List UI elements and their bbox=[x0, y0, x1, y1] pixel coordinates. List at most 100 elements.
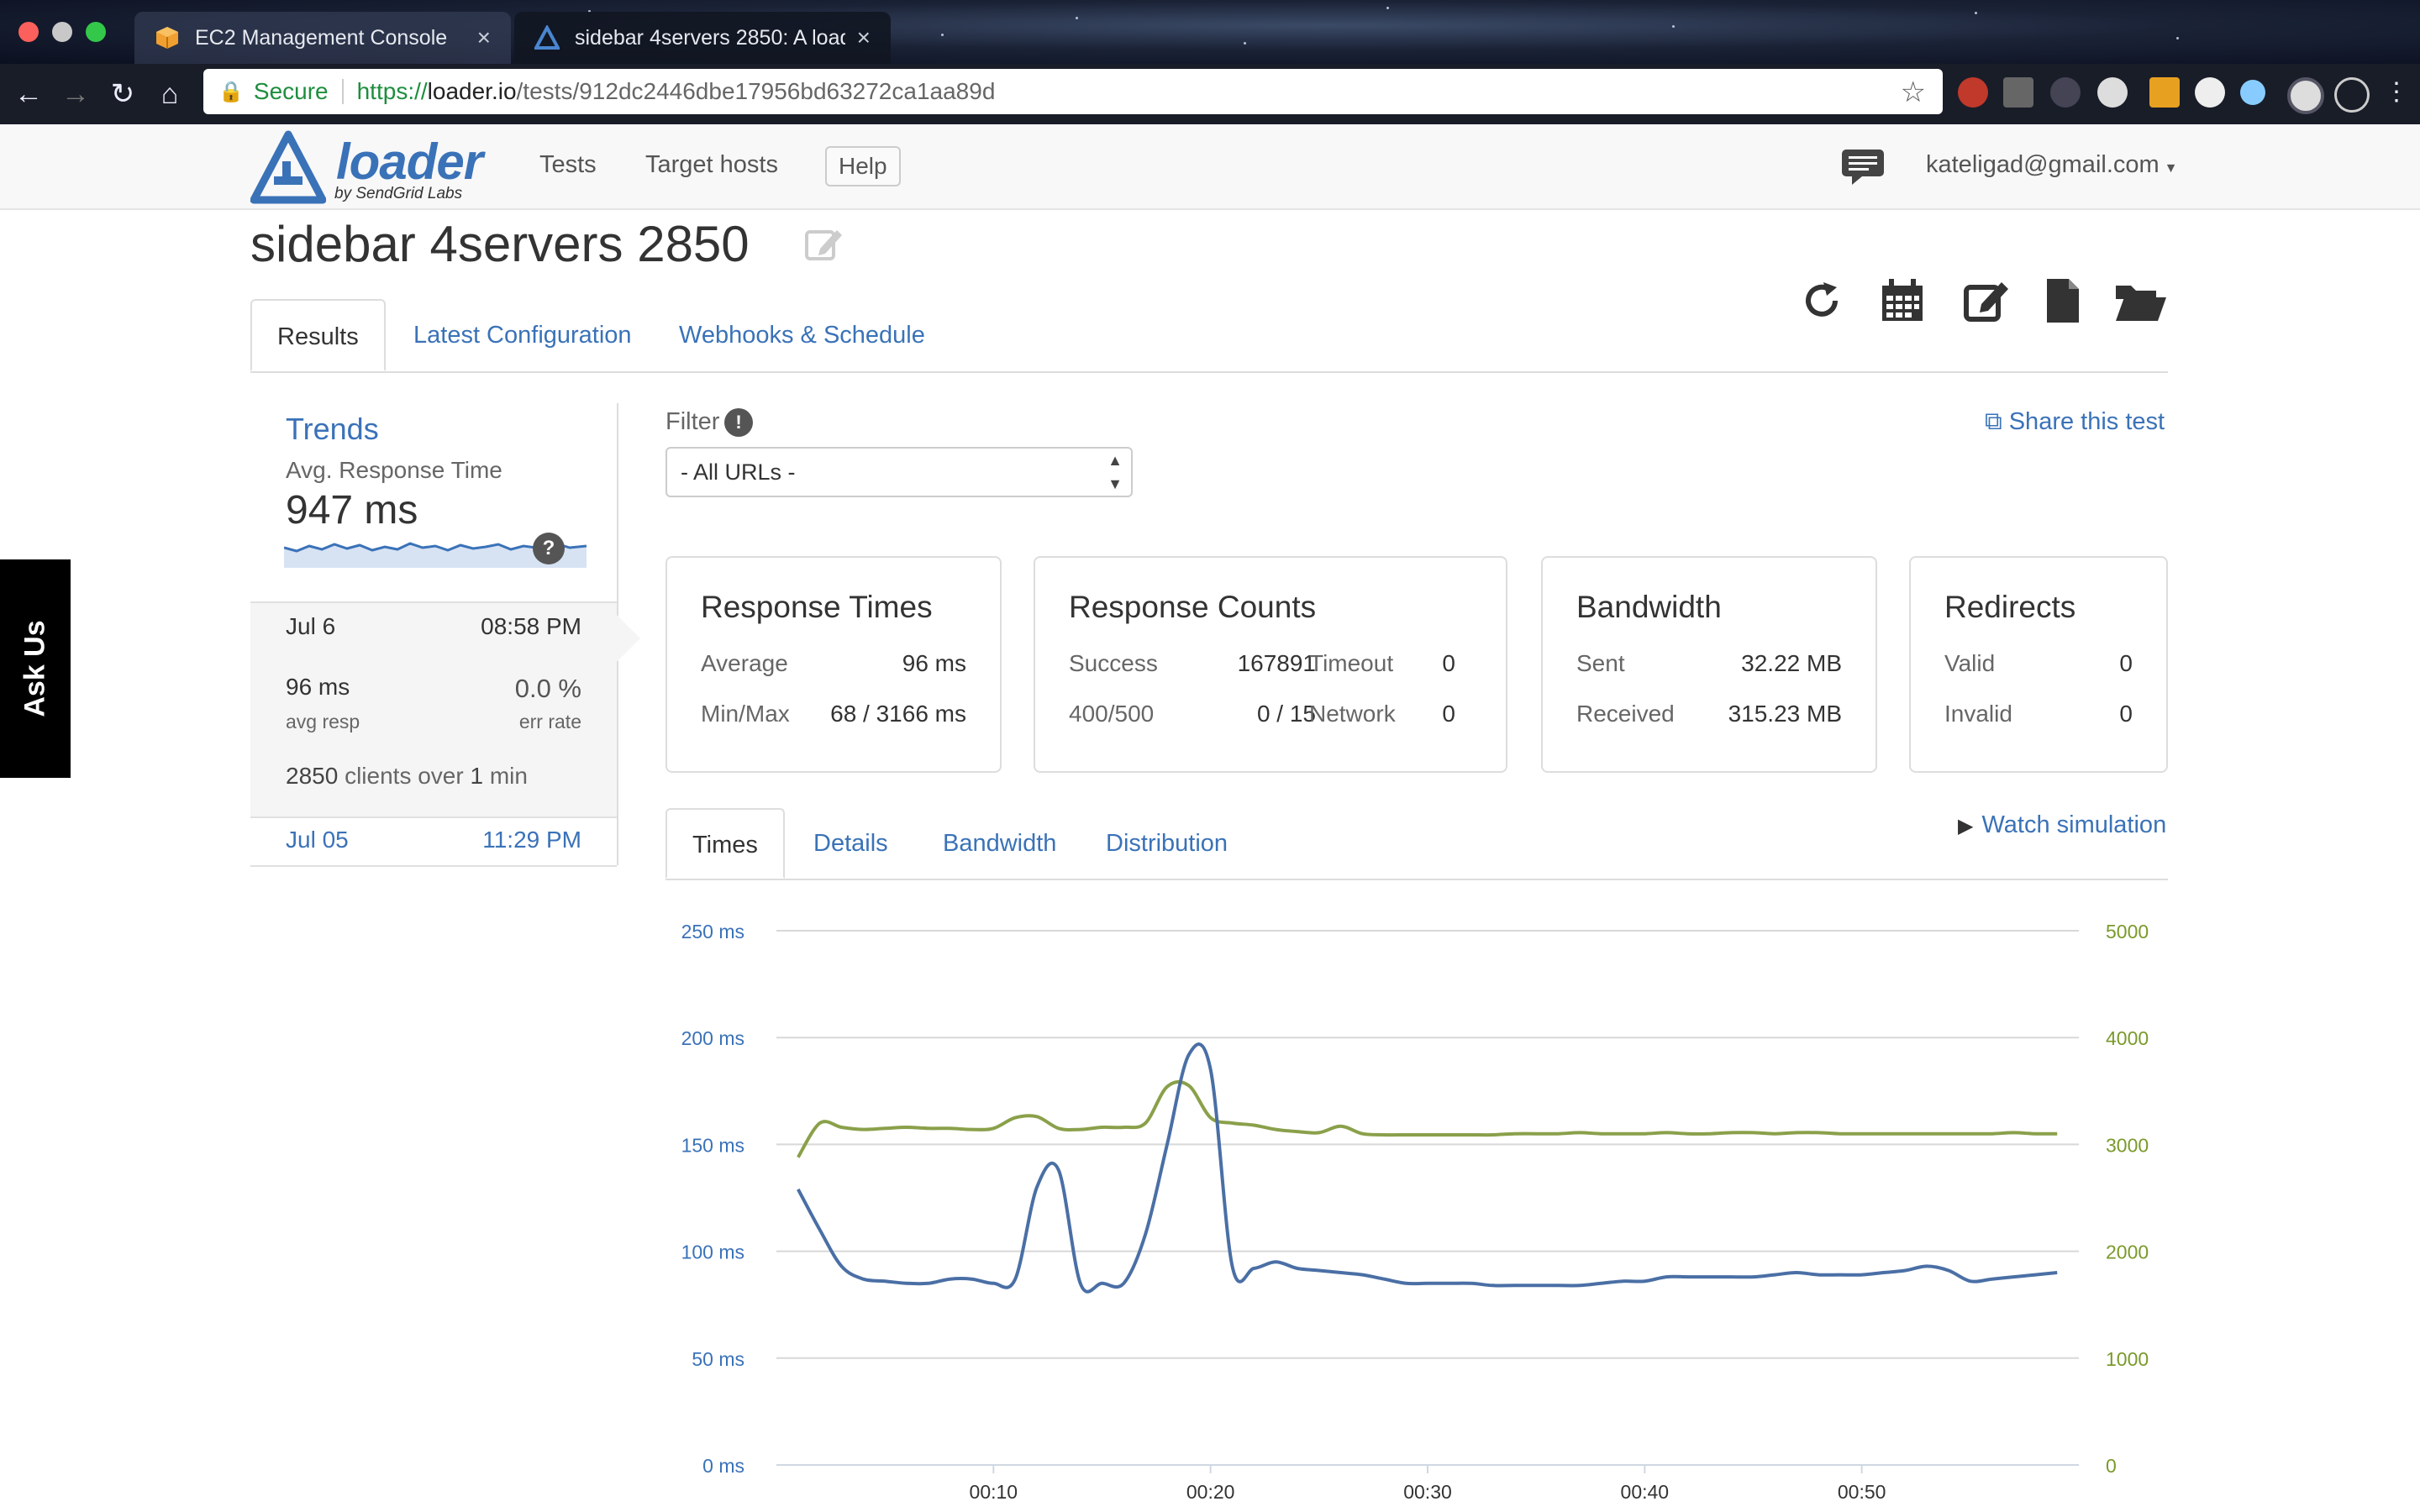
loader-triangle-icon bbox=[534, 25, 560, 50]
stat-value: 0 bbox=[2119, 701, 2133, 727]
stat-value: 0 bbox=[2119, 650, 2133, 676]
address-bar[interactable]: 🔒 Secure https:// loader.io /tests/912dc… bbox=[203, 69, 1943, 114]
ask-us-label: Ask Us bbox=[18, 620, 51, 717]
bookmark-star-icon[interactable]: ☆ bbox=[1901, 76, 1926, 109]
url-path: /tests/912dc2446dbe17956bd63272ca1aa89d bbox=[516, 78, 996, 104]
edit-title-icon[interactable] bbox=[803, 223, 844, 264]
tab-details[interactable]: Details bbox=[788, 808, 913, 879]
aws-box-icon bbox=[156, 27, 178, 49]
user-menu[interactable]: kateligad@gmail.com ▼ bbox=[1926, 151, 2178, 179]
tab-close-icon[interactable]: × bbox=[857, 24, 871, 51]
trends-title[interactable]: Trends bbox=[286, 412, 379, 447]
history-extension-icon[interactable] bbox=[2334, 77, 2370, 113]
url-filter-select[interactable]: - All URLs - ▲ ▼ bbox=[666, 447, 1133, 497]
tab-label: sidebar 4servers 2850: A load bbox=[575, 25, 845, 50]
nav-help-button[interactable]: Help bbox=[825, 146, 901, 186]
shield-extension-icon[interactable] bbox=[2050, 77, 2081, 108]
stat-label: Sent bbox=[1576, 650, 1625, 676]
loader-logo[interactable]: loader by SendGrid Labs bbox=[250, 129, 494, 205]
bandwidth-panel: Bandwidth Sent 32.22 MB Received 315.23 … bbox=[1541, 556, 1877, 773]
clients-series-line bbox=[797, 1079, 2058, 1158]
tab-label: EC2 Management Console bbox=[195, 25, 448, 50]
stat-value: 96 ms bbox=[902, 650, 966, 676]
panel-title: Redirects bbox=[1944, 590, 2076, 624]
x-tick-label: 00:40 bbox=[1621, 1481, 1670, 1503]
stat-label: Min/Max bbox=[701, 701, 790, 727]
browser-tab-ec2[interactable]: EC2 Management Console × bbox=[134, 12, 511, 64]
y-right-tick-label: 1000 bbox=[2106, 1348, 2149, 1370]
y-right-tick-label: 3000 bbox=[2106, 1134, 2149, 1156]
info-icon[interactable]: ! bbox=[724, 408, 753, 437]
watch-simulation-link[interactable]: ▶ Watch simulation bbox=[1958, 811, 2166, 839]
circle-extension-icon[interactable] bbox=[2097, 77, 2128, 108]
background-star bbox=[2176, 37, 2179, 39]
y-right-tick-label: 2000 bbox=[2106, 1242, 2149, 1263]
panel-title: Bandwidth bbox=[1576, 590, 1722, 624]
target-extension-icon[interactable] bbox=[2287, 77, 2324, 114]
stat-label: Network bbox=[1309, 701, 1396, 727]
nav-target-hosts[interactable]: Target hosts bbox=[645, 151, 778, 179]
trends-value: 947 ms bbox=[286, 488, 418, 533]
window-zoom-button[interactable] bbox=[86, 22, 106, 42]
tab-latest-configuration[interactable]: Latest Configuration bbox=[388, 299, 657, 371]
nav-tests[interactable]: Tests bbox=[539, 151, 597, 179]
avg-resp-label: avg resp bbox=[286, 711, 360, 732]
clients-count: 2850 bbox=[286, 763, 339, 789]
err-rate-label: err rate bbox=[518, 711, 581, 732]
share-label: Share this test bbox=[2008, 408, 2165, 435]
app-header: loader by SendGrid Labs Tests Target hos… bbox=[0, 124, 2420, 210]
secure-label: Secure bbox=[253, 78, 329, 104]
share-test-link[interactable]: ⧉ Share this test bbox=[1985, 408, 2165, 436]
browser-tab-loader[interactable]: sidebar 4servers 2850: A load × bbox=[514, 12, 891, 64]
help-icon[interactable]: ? bbox=[533, 533, 565, 564]
run-item-active[interactable]: Jul 6 08:58 PM 96 ms avg resp 0.0 % err … bbox=[250, 601, 640, 818]
page-title: sidebar 4servers 2850 bbox=[250, 216, 750, 272]
x-tick-label: 00:30 bbox=[1403, 1481, 1452, 1503]
stat-value: 0 bbox=[1442, 650, 1455, 676]
off-extension-icon[interactable] bbox=[2149, 77, 2180, 108]
stat-value: 0 / 15 bbox=[1256, 701, 1316, 727]
y-left-tick-label: 50 ms bbox=[692, 1348, 744, 1370]
circle-extension-icon[interactable] bbox=[2195, 77, 2225, 108]
background-star bbox=[1076, 17, 1078, 19]
x-tick-label: 00:50 bbox=[1838, 1481, 1886, 1503]
stat-value: 68 / 3166 ms bbox=[830, 701, 966, 727]
reload-icon[interactable]: ↻ bbox=[104, 76, 141, 113]
loader-logo-icon bbox=[250, 130, 326, 204]
tab-results[interactable]: Results bbox=[250, 299, 386, 371]
tab-distribution[interactable]: Distribution bbox=[1081, 808, 1253, 879]
adblock-extension-icon[interactable] bbox=[1958, 77, 1988, 108]
clients-summary: 2850 clients over 1 min bbox=[286, 763, 528, 790]
window-minimize-button[interactable] bbox=[52, 22, 72, 42]
stat-label: Valid bbox=[1944, 650, 1996, 676]
browser-menu-icon[interactable]: ⋮ bbox=[2378, 74, 2415, 111]
filter-label: Filter bbox=[666, 408, 720, 435]
response-times-chart: 0 ms 50 ms 100 ms 150 ms 200 ms 250 ms 0 1000 20… bbox=[681, 921, 2149, 1503]
tab-close-icon[interactable]: × bbox=[477, 24, 491, 51]
react-extension-icon[interactable] bbox=[2240, 80, 2265, 105]
window-close-button[interactable] bbox=[18, 22, 39, 42]
avg-resp-value: 96 ms bbox=[286, 674, 350, 700]
ask-us-button[interactable]: Ask Us bbox=[0, 559, 71, 778]
home-icon[interactable]: ⌂ bbox=[151, 76, 188, 113]
stat-label: Received bbox=[1576, 701, 1675, 727]
background-star bbox=[941, 34, 944, 36]
back-arrow-icon[interactable]: ← bbox=[10, 76, 47, 113]
chat-icon[interactable] bbox=[1840, 148, 1886, 186]
background-star bbox=[1244, 42, 1246, 45]
forward-arrow-icon[interactable]: → bbox=[57, 76, 94, 113]
y-left-tick-label: 100 ms bbox=[681, 1242, 744, 1263]
y-right-tick-label: 5000 bbox=[2106, 921, 2149, 942]
background-star bbox=[1975, 12, 1977, 14]
extension-icon[interactable] bbox=[2003, 77, 2033, 108]
x-tick-label: 00:20 bbox=[1186, 1481, 1235, 1503]
tab-webhooks-schedule[interactable]: Webhooks & Schedule bbox=[654, 299, 950, 371]
tab-times[interactable]: Times bbox=[666, 808, 785, 879]
run-item[interactable]: Jul 05 11:29 PM bbox=[250, 815, 617, 867]
response-times-panel: Response Times Average 96 ms Min/Max 68 … bbox=[666, 556, 1002, 773]
tab-bandwidth[interactable]: Bandwidth bbox=[918, 808, 1081, 879]
run-date: Jul 6 bbox=[286, 613, 336, 639]
active-run-pointer bbox=[617, 615, 640, 662]
chart-tabs: Times Details Bandwidth Distribution bbox=[666, 808, 2168, 880]
trends-subtitle: Avg. Response Time bbox=[286, 457, 502, 483]
